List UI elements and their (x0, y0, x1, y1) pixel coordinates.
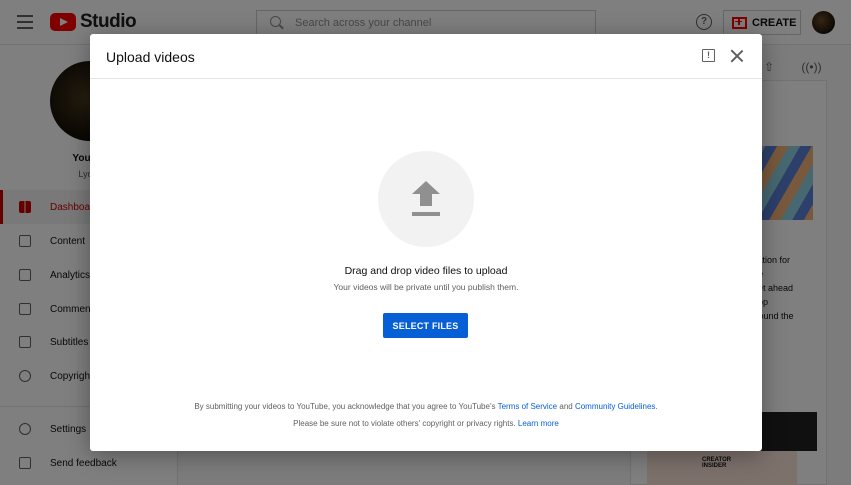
drag-drop-text: Drag and drop video files to upload (344, 265, 508, 277)
upload-arrow-icon (412, 181, 440, 217)
terms-notice: By submitting your videos to YouTube, yo… (90, 402, 762, 411)
terms-of-service-link[interactable]: Terms of Service (498, 402, 558, 411)
copyright-notice: Please be sure not to violate others' co… (90, 419, 762, 428)
upload-drop-zone[interactable] (378, 151, 474, 247)
learn-more-link[interactable]: Learn more (518, 419, 559, 428)
send-feedback-icon[interactable]: ! (702, 49, 715, 62)
upload-videos-dialog: Upload videos ! Drag and drop video file… (90, 34, 762, 451)
close-icon[interactable] (730, 49, 744, 63)
dialog-title: Upload videos (106, 49, 195, 65)
terms-prefix: By submitting your videos to YouTube, yo… (194, 402, 498, 411)
privacy-note: Your videos will be private until you pu… (333, 282, 519, 292)
select-files-button[interactable]: SELECT FILES (383, 313, 468, 338)
dialog-header: Upload videos ! (90, 34, 762, 79)
terms-and: and (557, 402, 575, 411)
copyright-prefix: Please be sure not to violate others' co… (293, 419, 518, 428)
terms-suffix: . (655, 402, 658, 411)
community-guidelines-link[interactable]: Community Guidelines (575, 402, 655, 411)
